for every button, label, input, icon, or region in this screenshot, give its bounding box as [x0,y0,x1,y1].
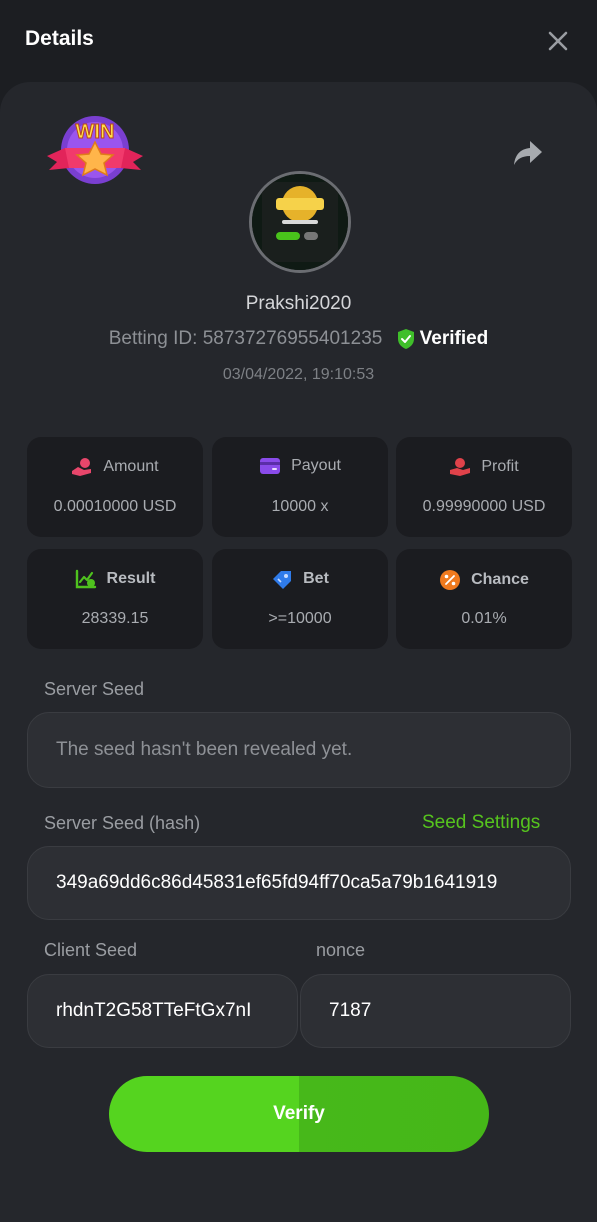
server-seed-label: Server Seed [44,679,145,699]
stat-card-payout: Payout 10000 x [212,437,388,537]
stat-card-bet: Bet >=10000 [212,549,388,649]
tag-icon [273,571,292,589]
verify-button[interactable]: Verify [109,1076,489,1152]
verified-badge: Verified [396,328,489,350]
stat-value: 0.99990000 USD [422,498,546,515]
username: Prakshi2020 [245,293,352,314]
client-seed-label: Client Seed [44,940,138,960]
server-seed-field[interactable]: The seed hasn't been revealed yet. [27,712,571,788]
nonce-field[interactable]: 7187 [300,974,571,1048]
stat-card-amount: Amount 0.00010000 USD [27,437,203,537]
stat-card-result: Result 28339.15 [27,549,203,649]
stat-label: Bet [303,570,329,587]
share-icon[interactable] [512,138,544,168]
stat-value: 28339.15 [81,610,149,627]
server-seed-hash-field[interactable]: 349a69dd6c86d45831ef65fd94ff70ca5a79b164… [27,846,571,920]
stat-value: 10000 x [271,498,329,515]
avatar-image [252,174,348,270]
close-icon[interactable] [546,29,570,53]
stat-label: Amount [103,458,159,475]
header: Details [0,0,597,82]
seed-settings-link[interactable]: Seed Settings [422,812,540,834]
stat-label: Chance [471,571,529,588]
stat-value: >=10000 [268,610,332,627]
stat-card-profit: Profit 0.99990000 USD [396,437,572,537]
nonce-label: nonce [316,940,366,960]
server-seed-hash-label: Server Seed (hash) [44,813,201,833]
page-title: Details [25,27,94,50]
client-seed-field[interactable]: rhdnT2G58TTeFtGx7nI [27,974,298,1048]
betting-id-row: Betting ID: 58737276955401235 Verified [0,328,597,350]
stat-label: Profit [481,458,519,475]
win-badge-text: WIN [76,121,115,143]
wallet-card-icon [260,458,281,474]
bet-date: 03/04/2022, 19:10:53 [222,366,375,383]
chart-check-icon [75,569,96,589]
stat-value: 0.00010000 USD [53,498,177,515]
avatar [249,171,351,273]
verified-label: Verified [419,328,489,349]
percent-icon [440,570,461,590]
stat-value: 0.01% [461,610,507,627]
stat-label: Result [106,570,156,587]
win-badge-icon: WIN [47,116,143,184]
stat-card-chance: Chance 0.01% [396,549,572,649]
coins-hand-icon [72,458,92,476]
betting-id: Betting ID: 58737276955401235 [108,328,383,350]
hand-profit-icon [450,458,471,476]
stat-label: Payout [291,457,341,474]
shield-check-icon [397,329,414,349]
